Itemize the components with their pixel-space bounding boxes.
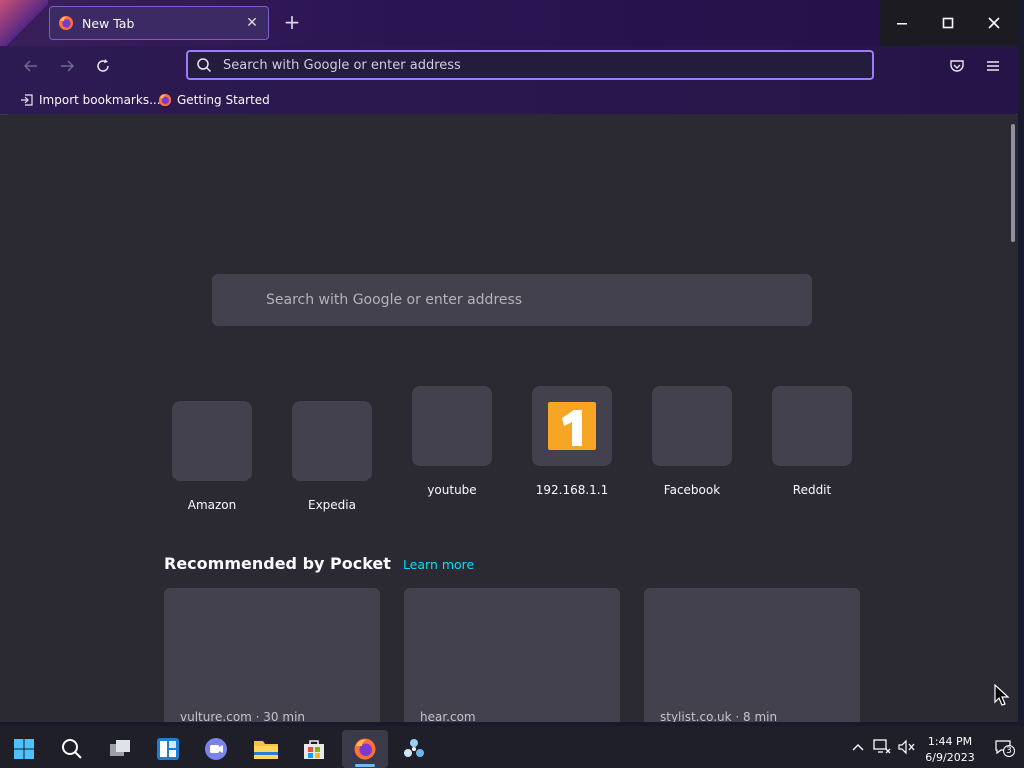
url-input[interactable] [221,56,825,74]
taskbar-search[interactable] [52,730,92,768]
network-status[interactable] [873,738,891,756]
file-explorer[interactable] [246,730,286,768]
task-view[interactable] [100,730,140,768]
maximize-button[interactable] [925,0,971,46]
clock-time: 1:44 PM [927,735,973,748]
reload-button[interactable] [93,56,113,76]
top-site-router[interactable]: 192.168.1.1 [512,386,632,497]
new-tab-button[interactable]: + [282,10,302,34]
top-site-facebook[interactable]: Facebook [632,386,752,497]
teams-chat[interactable] [196,730,236,768]
minimize-button[interactable] [879,0,925,46]
site-label: youtube [427,483,477,497]
firefox-taskbar[interactable] [342,730,388,768]
store-icon [304,740,324,759]
hamburger-icon [987,61,999,71]
chevron-up-icon [852,744,864,751]
import-icon [21,94,33,106]
chat-icon [205,738,227,760]
card-source: vulture.com · 30 min [180,710,306,722]
clock[interactable]: 1:44 PM 6/9/2023 [924,734,976,766]
card-source: stylist.co.uk · 8 min [660,710,778,722]
card-source: hear.com [420,710,476,722]
firefox-icon [354,738,376,760]
pocket-title: Recommended by Pocket [164,554,391,573]
pocket-header: Recommended by Pocket Learn more [164,554,474,576]
site-tile[interactable] [292,401,372,481]
pocket-card[interactable]: hear.com [404,588,620,722]
close-tab-icon[interactable]: ✕ [244,15,260,31]
task-view-icon [110,740,130,756]
site-tile[interactable] [532,386,612,466]
close-window-button[interactable] [971,0,1017,46]
site-label: Amazon [187,498,237,512]
app-icon [404,739,424,757]
forward-button[interactable] [57,56,77,76]
theme-accent [0,0,48,46]
mouse-cursor-icon [994,684,1010,706]
scrollbar-thumb[interactable] [1011,124,1015,242]
windows-icon [14,739,34,759]
widgets[interactable] [148,730,188,768]
network-icon [873,739,891,754]
maximize-icon [942,17,954,29]
notification-center[interactable]: 3 [991,738,1015,757]
top-site-expedia[interactable]: Expedia [272,401,392,512]
pocket-card[interactable]: vulture.com · 30 min [164,588,380,722]
folder-icon [254,741,278,759]
site-label: Expedia [308,498,356,512]
pocket-card[interactable]: stylist.co.uk · 8 min [644,588,860,722]
bookmark-import[interactable]: Import bookmarks... [20,91,161,109]
menu-button[interactable] [983,56,1003,76]
volume-status[interactable] [898,738,916,756]
arrow-left-icon [23,60,37,72]
learn-more-link[interactable]: Learn more [403,557,474,572]
url-bar[interactable] [186,50,874,80]
start-button[interactable] [4,730,44,768]
pocket-button[interactable] [947,56,967,76]
site-tile[interactable] [412,386,492,466]
search-icon [62,739,82,759]
close-icon [988,17,1000,29]
tab-new-tab[interactable]: New Tab ✕ [49,6,269,40]
site-tile[interactable] [172,401,252,481]
site-tile[interactable] [652,386,732,466]
arrow-right-icon [61,60,75,72]
top-site-amazon[interactable]: Amazon [152,401,272,512]
page-search-box[interactable] [212,274,812,326]
app-launcher[interactable] [394,730,434,768]
number-one-icon [548,402,596,450]
bookmark-getting-started[interactable]: Getting Started [158,91,270,109]
search-icon [197,58,212,73]
volume-muted-icon [898,739,915,755]
show-hidden-icons[interactable] [849,738,867,756]
bookmark-label: Import bookmarks... [39,93,161,107]
pocket-icon [950,60,964,72]
bookmark-label: Getting Started [177,93,270,107]
notification-badge: 3 [1003,745,1015,757]
minimize-icon [897,23,907,25]
widgets-icon [157,738,179,760]
clock-date: 6/9/2023 [925,751,975,764]
active-app-indicator [355,764,375,767]
site-label: Reddit [792,483,832,497]
microsoft-store[interactable] [294,730,334,768]
firefox-icon [59,16,73,30]
site-label: Facebook [663,483,721,497]
tab-title: New Tab [82,15,135,31]
firefox-icon [158,93,172,107]
top-site-reddit[interactable]: Reddit [752,386,872,497]
back-button[interactable] [21,56,41,76]
site-tile[interactable] [772,386,852,466]
page-search-input[interactable] [264,291,788,309]
site-label: 192.168.1.1 [535,483,609,497]
reload-icon [97,59,109,72]
top-site-youtube[interactable]: youtube [392,386,512,497]
